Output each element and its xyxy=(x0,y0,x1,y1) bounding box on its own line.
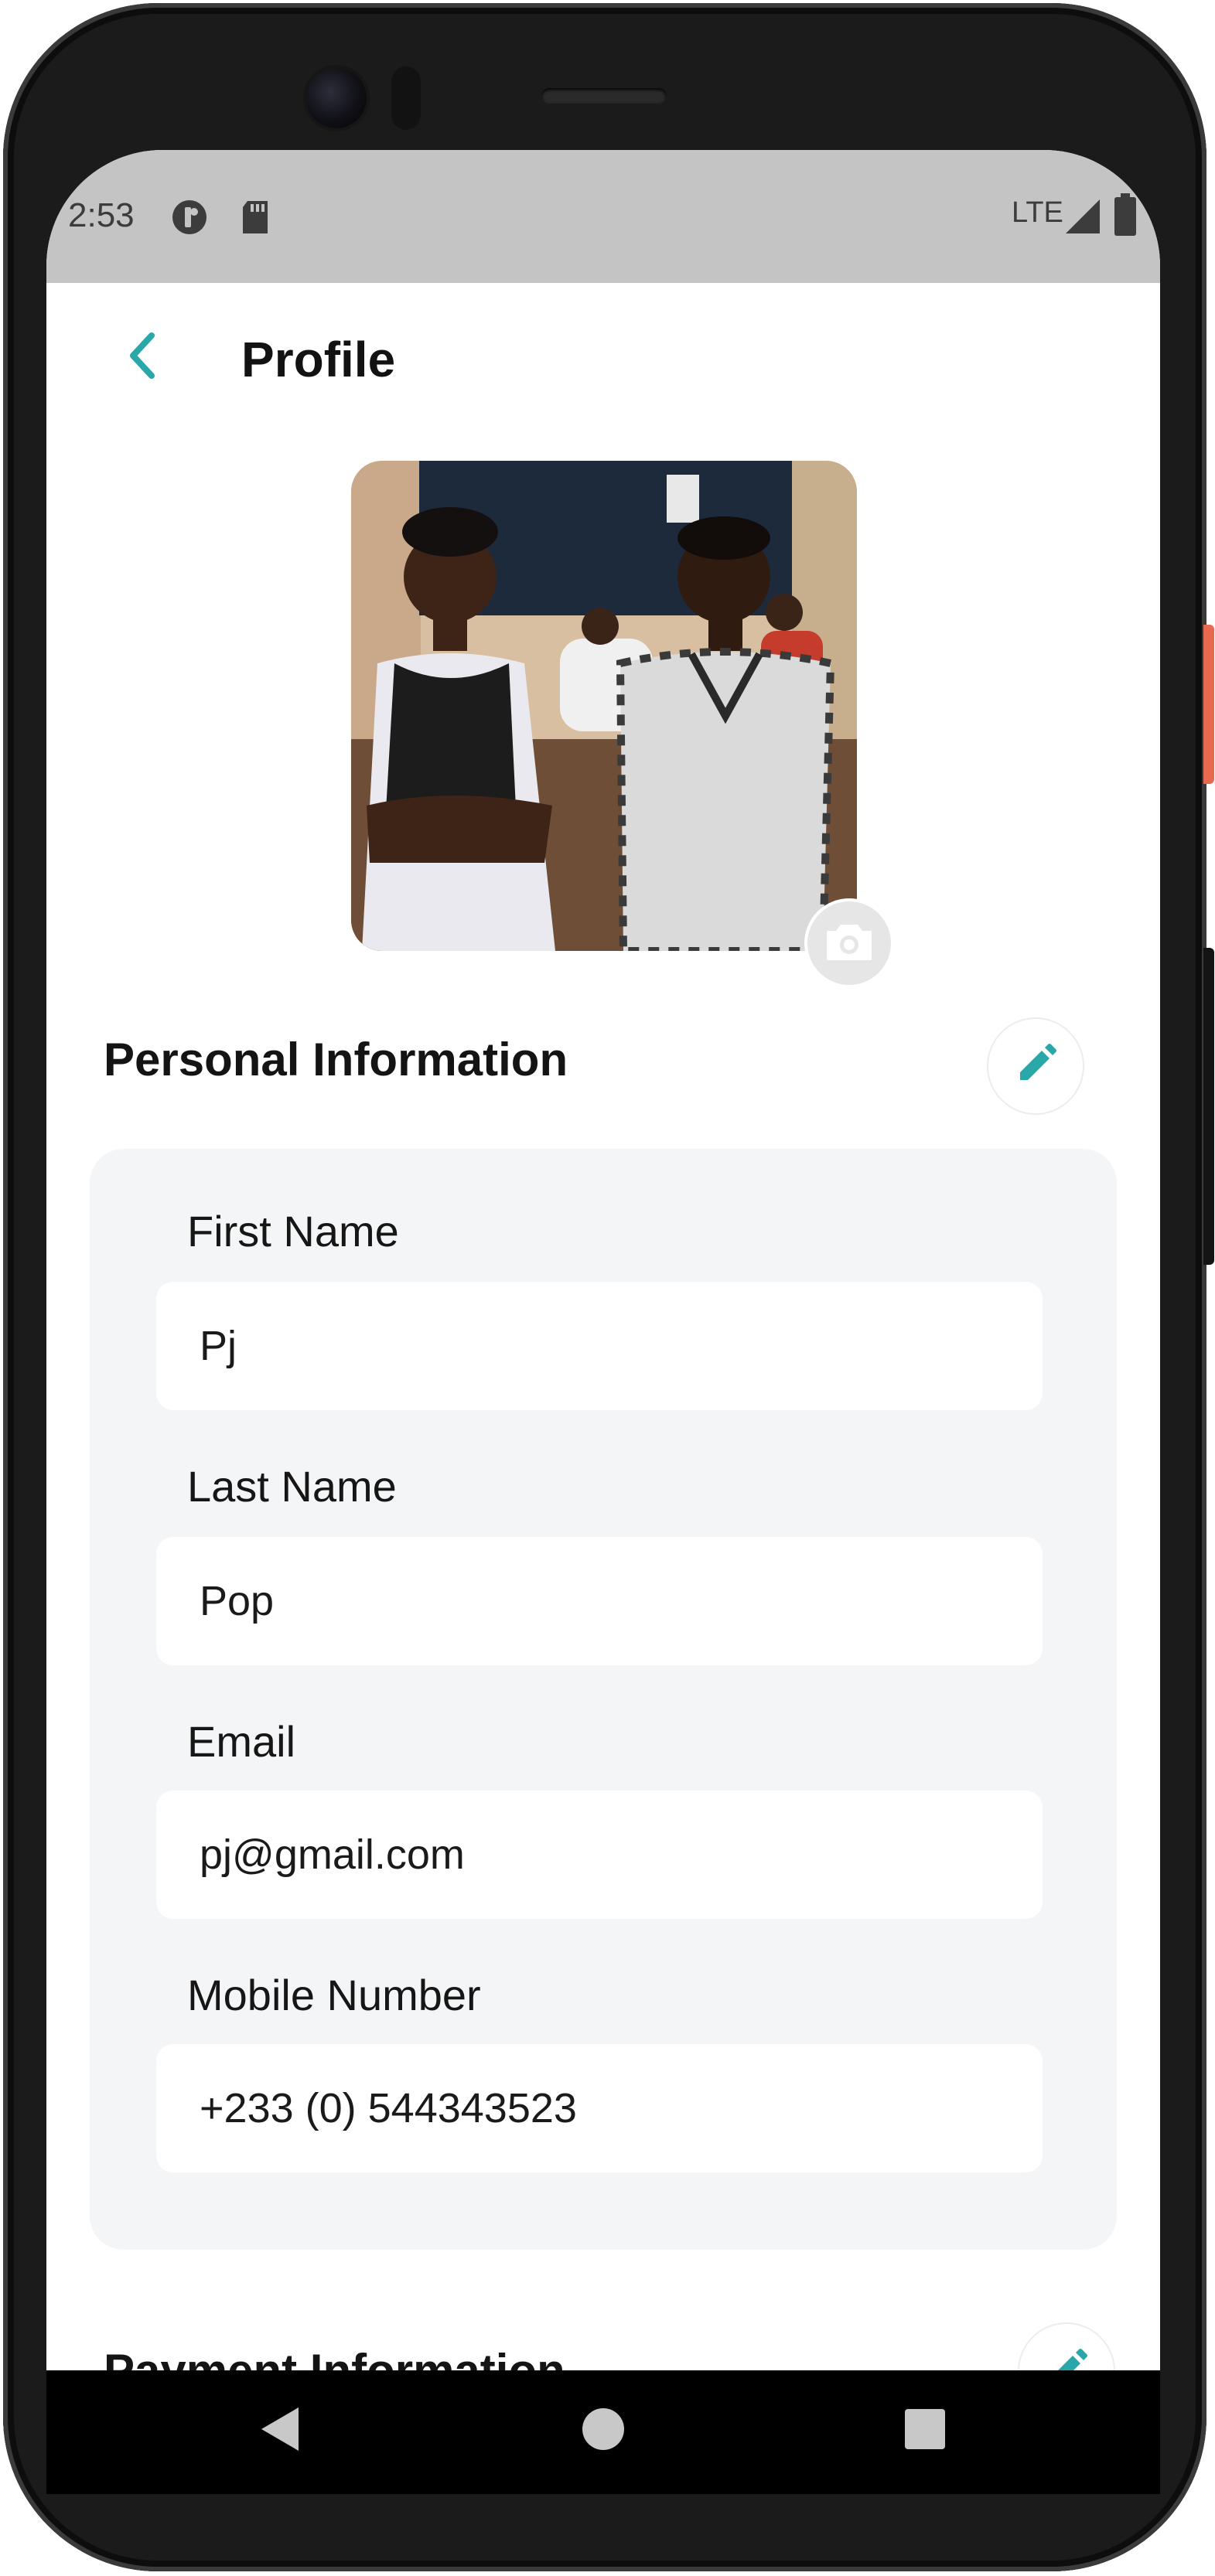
page-title: Profile xyxy=(241,332,396,387)
power-button xyxy=(1203,625,1214,784)
nav-home-icon xyxy=(578,2408,628,2457)
screen: 2:53 LTE Profile Personal Information Fi… xyxy=(46,150,1160,2493)
email-label: Email xyxy=(187,1717,296,1766)
pencil-icon xyxy=(1012,1041,1059,1092)
earpiece-speaker xyxy=(541,88,667,104)
mobile-number-value: +233 (0) 544343523 xyxy=(200,2085,577,2131)
first-name-label: First Name xyxy=(187,1207,399,1256)
signal-icon xyxy=(1064,198,1101,239)
profile-photo xyxy=(351,461,857,951)
sd-card-icon xyxy=(240,199,271,239)
battery-icon xyxy=(1114,193,1137,240)
status-bar: 2:53 LTE xyxy=(46,150,1160,283)
edit-personal-information-button[interactable] xyxy=(987,1017,1084,1115)
nav-back-icon xyxy=(257,2407,306,2457)
first-name-value: Pj xyxy=(200,1323,237,1369)
email-value: pj@gmail.com xyxy=(200,1831,465,1878)
volume-button xyxy=(1203,948,1214,1265)
last-name-value: Pop xyxy=(200,1578,275,1624)
nav-recents-button[interactable] xyxy=(900,2404,950,2454)
last-name-label: Last Name xyxy=(187,1462,397,1511)
proximity-sensor xyxy=(391,66,421,130)
back-button[interactable] xyxy=(114,326,173,385)
email-field[interactable]: pj@gmail.com xyxy=(156,1791,1043,1919)
chevron-left-icon xyxy=(114,332,173,388)
mobile-number-label: Mobile Number xyxy=(187,1971,481,2019)
nav-recents-icon xyxy=(900,2409,950,2457)
first-name-field[interactable]: Pj xyxy=(156,1282,1043,1410)
last-name-field[interactable]: Pop xyxy=(156,1537,1043,1665)
nav-home-button[interactable] xyxy=(578,2404,628,2454)
app-badge-icon xyxy=(170,198,209,240)
nav-back-button[interactable] xyxy=(257,2404,306,2454)
mobile-number-field[interactable]: +233 (0) 544343523 xyxy=(156,2044,1043,2172)
front-camera xyxy=(306,68,367,128)
camera-icon xyxy=(825,922,873,966)
network-type: LTE xyxy=(1012,196,1063,229)
personal-information-title: Personal Information xyxy=(104,1034,568,1085)
change-photo-button[interactable] xyxy=(804,898,894,988)
status-time: 2:53 xyxy=(68,196,135,234)
